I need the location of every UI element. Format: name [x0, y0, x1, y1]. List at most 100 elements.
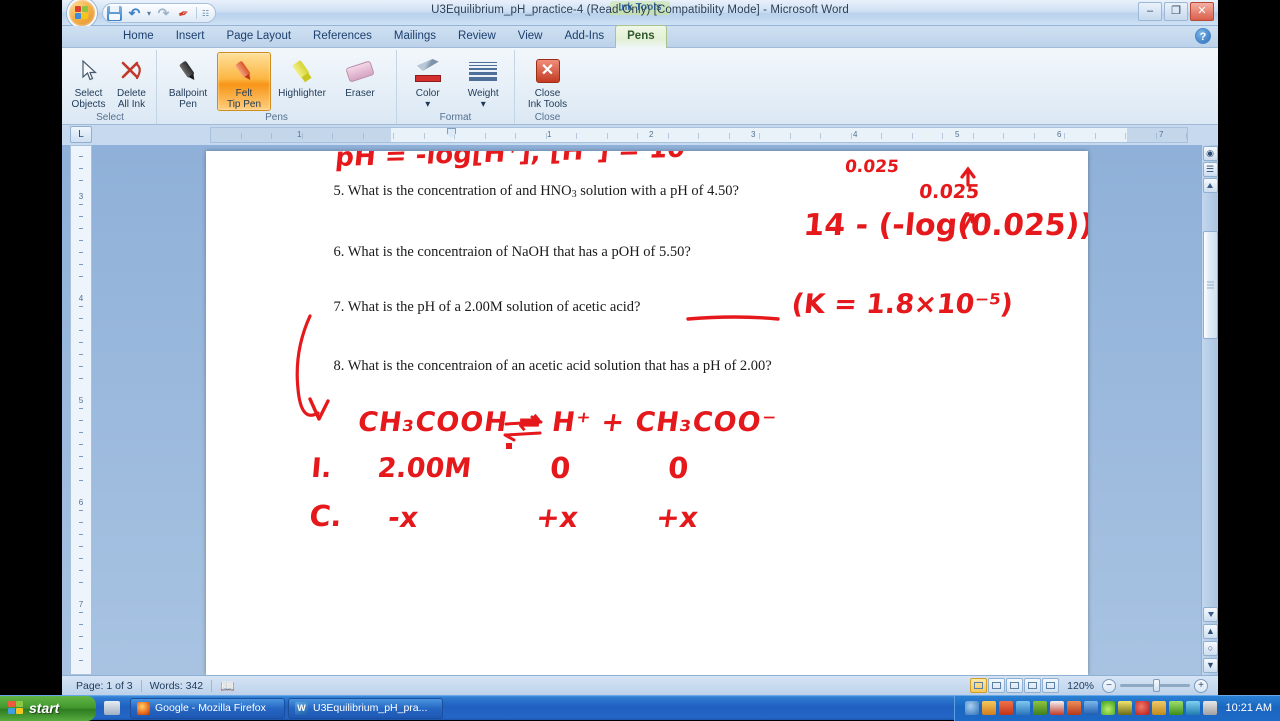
question-5-number: 5. — [333, 183, 345, 199]
vruler-number-3: 3 — [78, 192, 84, 201]
felt-tip-pen-icon — [227, 56, 261, 86]
tray-icon-6[interactable] — [1049, 701, 1064, 715]
help-icon[interactable]: ? — [1195, 28, 1211, 44]
delete-all-ink-button[interactable]: Delete All Ink — [111, 52, 152, 111]
ink-ka-value: (K = 1.8×10⁻⁵) — [789, 289, 1014, 320]
ribbon-group-select: Select Objects Delete All Ink Select — [64, 50, 156, 124]
tab-page-layout[interactable]: Page Layout — [215, 26, 302, 47]
system-clock[interactable]: 10:21 AM — [1220, 702, 1272, 714]
volume-icon[interactable] — [998, 701, 1013, 715]
highlighter-button[interactable]: Highlighter — [273, 52, 331, 100]
tray-icon-4[interactable] — [1015, 701, 1030, 715]
document-page[interactable]: 5. What is the concentration of and HNO3… — [205, 151, 1088, 675]
ink-equilibrium-arrow-bottom — [503, 431, 541, 442]
tray-icon-15[interactable] — [1202, 701, 1217, 715]
ink-value-0025-caret: 0.025 — [917, 181, 980, 203]
zoom-level-label[interactable]: 120% — [1063, 680, 1098, 692]
print-layout-view-button[interactable] — [970, 678, 988, 693]
tray-icon-1[interactable] — [964, 701, 979, 715]
tray-icon-11[interactable] — [1134, 701, 1149, 715]
bluetooth-icon[interactable] — [1083, 701, 1098, 715]
status-word-count[interactable]: Words: 342 — [142, 680, 212, 692]
select-browse-object-icon[interactable]: ○ — [1203, 641, 1218, 656]
zoom-out-button[interactable]: − — [1102, 678, 1116, 693]
system-tray: 10:21 AM — [953, 695, 1280, 721]
full-screen-reading-view-button[interactable] — [988, 678, 1006, 693]
web-layout-view-button[interactable] — [1006, 678, 1024, 693]
proofing-errors-icon[interactable]: 📖 — [212, 679, 243, 693]
felt-tip-pen-label-1: Felt — [235, 88, 253, 99]
outline-view-button[interactable] — [1024, 678, 1042, 693]
security-shield-icon[interactable] — [1032, 701, 1047, 715]
battery-icon[interactable] — [1185, 701, 1200, 715]
delete-all-ink-label-1: Delete — [117, 88, 146, 99]
ink-weight-caret-icon[interactable]: ▾ — [481, 99, 486, 110]
ruler-number-4: 4 — [853, 130, 858, 139]
zoom-slider-handle[interactable] — [1153, 679, 1160, 692]
eraser-button[interactable]: Eraser — [333, 52, 387, 100]
felt-tip-pen-button[interactable]: Felt Tip Pen — [217, 52, 271, 111]
tab-home[interactable]: Home — [112, 26, 165, 47]
ruler-number-left-1: 1 — [297, 130, 302, 139]
question-6-number: 6. — [333, 244, 345, 260]
scroll-up-button[interactable] — [1202, 178, 1218, 193]
word-application-window: ↶ ▾ ↷ ✒ ☷ Ink Tools U3Equilibrium_pH_pra… — [62, 0, 1218, 695]
close-button[interactable]: ✕ — [1190, 2, 1214, 21]
tab-add-ins[interactable]: Add-Ins — [553, 26, 615, 47]
vruler-number-5: 5 — [78, 396, 84, 405]
tab-references[interactable]: References — [302, 26, 383, 47]
status-page-indicator[interactable]: Page: 1 of 3 — [68, 680, 141, 692]
ink-row-change-c: +x — [653, 501, 700, 534]
ink-color-icon — [411, 56, 445, 86]
browse-object-icon[interactable]: ◉ — [1202, 146, 1218, 161]
ribbon-group-select-title: Select — [96, 112, 124, 123]
tab-insert[interactable]: Insert — [165, 26, 216, 47]
horizontal-ruler[interactable]: 1 1 2 3 4 5 6 7 — [210, 127, 1188, 143]
previous-page-icon[interactable]: ▲ — [1203, 624, 1218, 639]
ink-caret-arrow-up — [959, 166, 976, 187]
tab-review[interactable]: Review — [447, 26, 507, 47]
tab-view[interactable]: View — [507, 26, 554, 47]
select-objects-button[interactable]: Select Objects — [68, 52, 109, 111]
ribbon-group-format-title: Format — [439, 112, 472, 123]
start-button[interactable]: start — [0, 695, 96, 721]
eraser-label-1: Eraser — [345, 88, 375, 99]
taskbar-item-firefox[interactable]: Google - Mozilla Firefox — [130, 697, 285, 719]
tab-pens[interactable]: Pens — [615, 25, 667, 48]
tray-icon-2[interactable] — [981, 701, 996, 715]
tab-mailings[interactable]: Mailings — [383, 26, 447, 47]
ruler-ticks — [211, 133, 1187, 139]
tray-icon-10[interactable] — [1117, 701, 1132, 715]
tab-stop-selector[interactable]: L — [70, 126, 92, 143]
split-handle-icon[interactable]: ☰ — [1202, 162, 1218, 177]
cursor-arrow-icon — [72, 56, 106, 86]
cursor-arrow-svg — [81, 60, 97, 81]
tray-icon-13[interactable] — [1168, 701, 1183, 715]
sync-icon[interactable] — [1151, 701, 1166, 715]
zoom-in-button[interactable]: + — [1194, 678, 1208, 693]
scroll-down-button[interactable] — [1203, 607, 1218, 622]
windows-taskbar: start Google - Mozilla Firefox U3Equilib… — [0, 695, 1280, 721]
restore-button[interactable]: ❐ — [1164, 2, 1188, 21]
next-page-icon[interactable]: ▼ — [1203, 658, 1218, 673]
minimize-button[interactable]: – — [1138, 2, 1162, 21]
close-ink-tools-button[interactable]: ✕ Close Ink Tools — [521, 52, 575, 111]
ink-annotation-layer: pH = -log[H⁺], [H⁺] = 10 0.025 0.025 14 … — [206, 151, 1088, 675]
vertical-scrollbar[interactable]: ◉ ☰ ▲ ○ ▼ — [1201, 145, 1218, 675]
question-7-text: What is the pH of a 2.00M solution of ac… — [347, 299, 641, 315]
highlighter-label-1: Highlighter — [278, 88, 326, 99]
show-desktop-icon[interactable] — [104, 701, 120, 715]
ballpoint-pen-button[interactable]: Ballpoint Pen — [161, 52, 215, 111]
ink-value-0025-top: 0.025 — [843, 157, 900, 177]
ink-color-caret-icon[interactable]: ▾ — [425, 99, 430, 110]
zoom-slider-track[interactable] — [1120, 679, 1190, 692]
tray-icon-7[interactable] — [1066, 701, 1081, 715]
ink-weight-button[interactable]: Weight ▾ — [457, 52, 511, 111]
wireless-icon[interactable] — [1100, 701, 1115, 715]
draft-view-button[interactable] — [1042, 678, 1060, 693]
scrollbar-thumb[interactable] — [1203, 231, 1218, 339]
ink-color-button[interactable]: Color ▾ — [401, 52, 455, 111]
taskbar-item-word[interactable]: U3Equilibrium_pH_pra... — [288, 697, 443, 719]
ink-ph-formula: pH = -log[H⁺], [H⁺] = 10 — [333, 151, 687, 173]
ribbon-group-pens: Ballpoint Pen Felt Tip Pen Highlighter E… — [156, 50, 396, 124]
